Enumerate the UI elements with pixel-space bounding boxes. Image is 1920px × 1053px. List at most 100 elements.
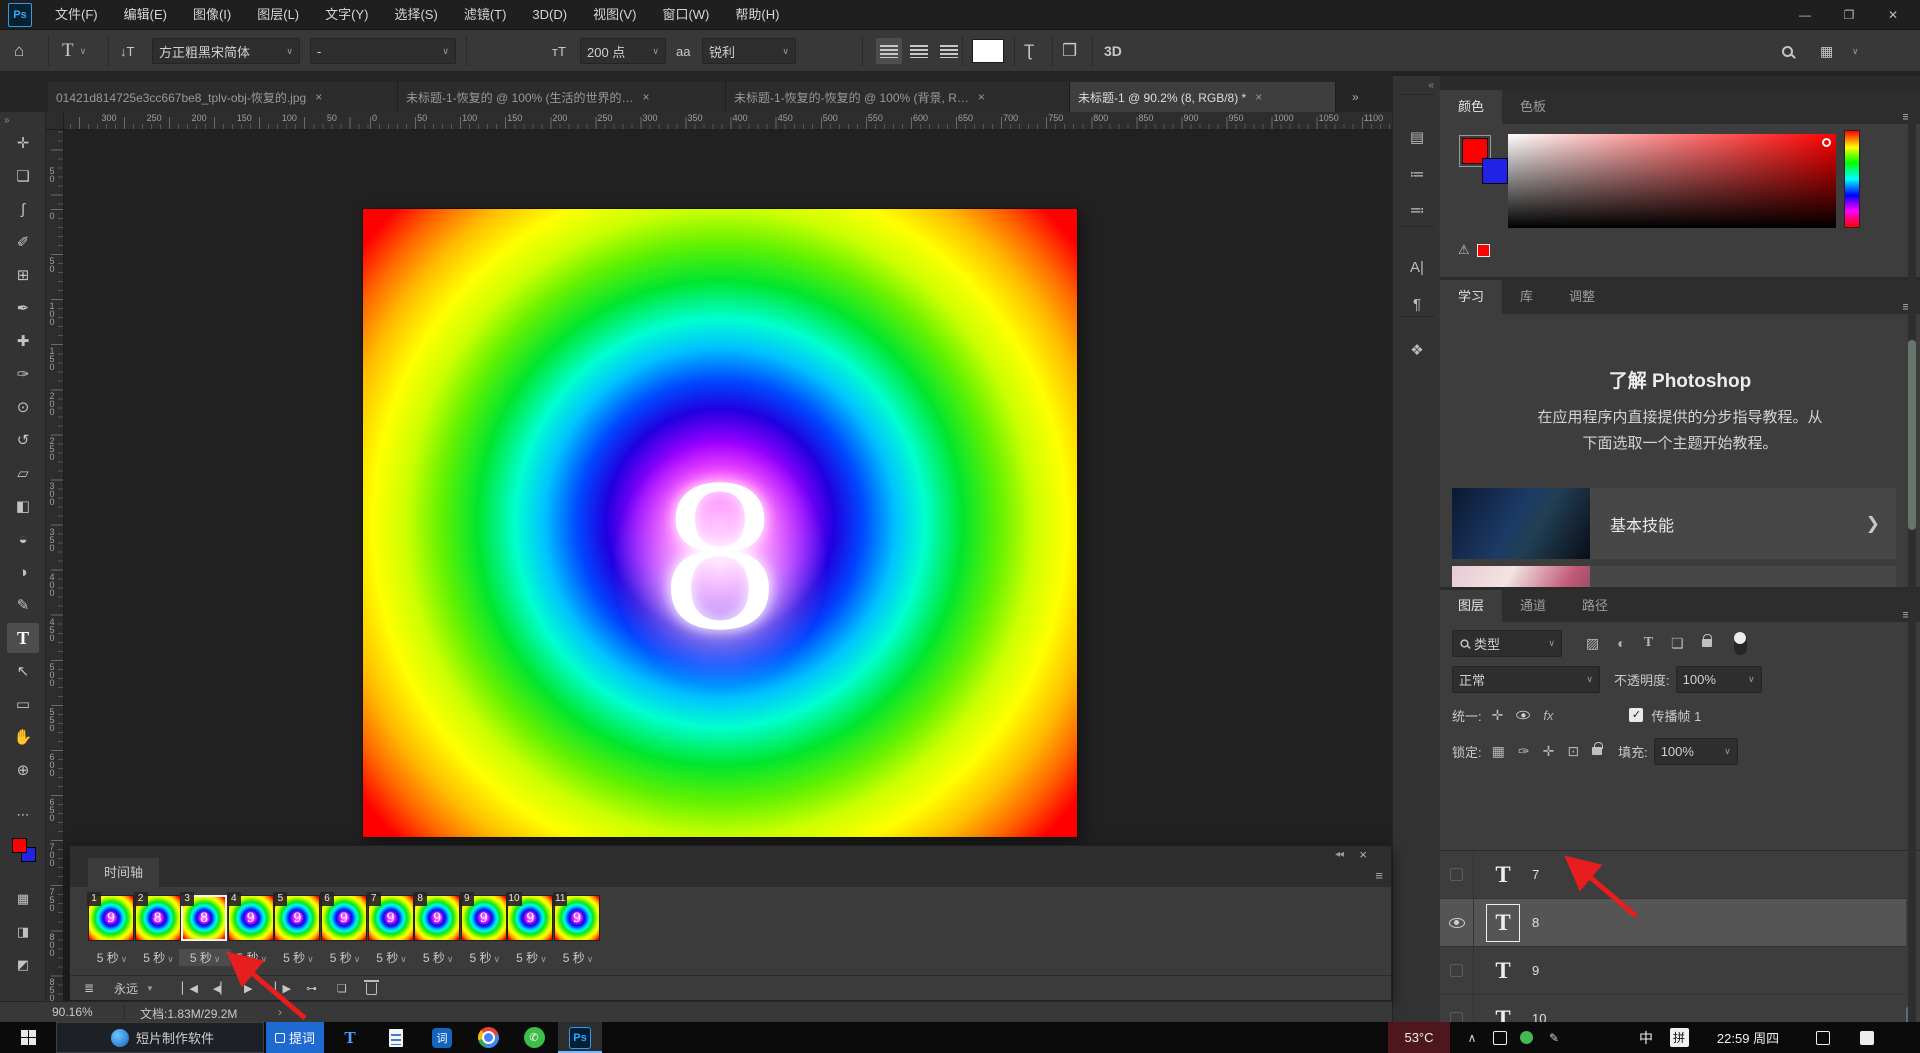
brush-settings-panel-icon[interactable]: ≔: [1401, 159, 1433, 189]
delete-frame-icon[interactable]: [366, 983, 377, 995]
menu-item-9[interactable]: 窗口(W): [649, 0, 722, 30]
timeline-menu-icon[interactable]: ≡: [1375, 868, 1383, 883]
workspace-icon[interactable]: ▦: [1820, 43, 1833, 60]
layer-thumbnail[interactable]: T: [1486, 952, 1520, 990]
taskbar-search[interactable]: 短片制作软件: [56, 1022, 264, 1053]
tray-green-icon[interactable]: [1516, 1022, 1536, 1053]
layer-filter-select[interactable]: 类型∨: [1452, 630, 1562, 657]
align-right-button[interactable]: [936, 38, 962, 64]
lock-pixels-icon[interactable]: ✑: [1518, 743, 1530, 760]
status-chevron-icon[interactable]: ›: [278, 1005, 282, 1019]
propagate-checkbox[interactable]: ✓: [1629, 708, 1643, 722]
hue-slider[interactable]: [1844, 130, 1860, 228]
lock-artboard-icon[interactable]: ⊡: [1567, 743, 1579, 760]
filter-smartobject-icon[interactable]: [1702, 639, 1712, 647]
menu-item-8[interactable]: 视图(V): [580, 0, 649, 30]
artboard[interactable]: 8: [363, 209, 1077, 837]
tab-close-icon[interactable]: ×: [978, 90, 985, 104]
swatches-panel-icon[interactable]: ▤: [1401, 122, 1433, 152]
tab-overflow-icon[interactable]: »: [1352, 90, 1357, 104]
unify-effects-icon[interactable]: fx: [1543, 708, 1553, 723]
gradient-tool[interactable]: ◧: [7, 491, 39, 521]
zoom-tool[interactable]: ⊕: [7, 755, 39, 785]
blend-mode-select[interactable]: 正常∨: [1452, 666, 1600, 693]
3d-button[interactable]: 3D: [1104, 43, 1122, 59]
workspace-chevron-icon[interactable]: ∨: [1852, 46, 1859, 57]
pen-tool[interactable]: ✎: [7, 590, 39, 620]
menu-item-3[interactable]: 图层(L): [244, 0, 312, 30]
font-style-select[interactable]: -∨: [310, 38, 456, 64]
font-family-select[interactable]: 方正粗黑宋简体∨: [152, 38, 300, 64]
anti-alias-select[interactable]: 锐利∨: [702, 38, 796, 64]
hand-tool[interactable]: ✋: [7, 722, 39, 752]
duplicate-frame-button[interactable]: ❏: [337, 976, 346, 1000]
filter-image-icon[interactable]: ▨: [1586, 635, 1599, 652]
filter-adjustment-icon[interactable]: ◐: [1617, 635, 1625, 651]
menu-item-2[interactable]: 图像(I): [180, 0, 244, 30]
layer-row-9[interactable]: T9: [1440, 947, 1906, 995]
character-paragraph-panels-icon[interactable]: ❒: [1062, 41, 1077, 61]
foreground-background-swatch[interactable]: [12, 838, 38, 864]
weather-widget[interactable]: 53°C: [1388, 1022, 1450, 1053]
font-size-select[interactable]: 200 点∨: [580, 38, 666, 64]
taskbar-app-chrome[interactable]: [466, 1022, 510, 1053]
tray-app-icon[interactable]: [1490, 1022, 1510, 1053]
frame-duration-select[interactable]: 5 秒∨: [272, 949, 324, 966]
frame-duration-select[interactable]: 5 秒∨: [226, 949, 278, 966]
previous-frame-button[interactable]: ◀▏: [213, 976, 228, 1000]
filter-shape-icon[interactable]: ❏: [1671, 635, 1684, 652]
tray-pen-icon[interactable]: ✎: [1544, 1022, 1564, 1053]
tab-adjustments[interactable]: 调整: [1551, 280, 1613, 314]
tab-swatches[interactable]: 色板: [1502, 90, 1564, 124]
tab-paths[interactable]: 路径: [1564, 590, 1626, 622]
align-center-button[interactable]: [906, 38, 932, 64]
selection-mode-icon[interactable]: ▦: [7, 884, 39, 914]
document-tab-2[interactable]: 未标题-1-恢复的-恢复的 @ 100% (背景, R…×: [726, 82, 1070, 112]
glyphs-panel-icon[interactable]: ❖: [1401, 335, 1433, 365]
next-frame-button[interactable]: ▏▶: [275, 976, 290, 1000]
path-selection-tool[interactable]: ↖: [7, 656, 39, 686]
crop-tool[interactable]: ⊞: [7, 260, 39, 290]
menu-item-6[interactable]: 滤镜(T): [451, 0, 520, 30]
frame-duration-select[interactable]: 5 秒∨: [412, 949, 464, 966]
tab-close-icon[interactable]: ×: [1255, 90, 1262, 104]
lasso-tool[interactable]: ʃ: [7, 194, 39, 224]
tab-close-icon[interactable]: ×: [643, 90, 650, 104]
warp-text-icon[interactable]: Ʈ: [1024, 41, 1034, 61]
restore-button[interactable]: ❐: [1840, 8, 1858, 22]
opacity-select[interactable]: 100%∨: [1676, 666, 1762, 693]
clone-stamp-tool[interactable]: ⊙: [7, 392, 39, 422]
character-panel-icon[interactable]: A|: [1401, 252, 1433, 282]
unify-visibility-icon[interactable]: [1517, 711, 1531, 720]
quick-selection-tool[interactable]: ✐: [7, 227, 39, 257]
play-button[interactable]: ▶: [244, 976, 251, 1000]
dodge-tool[interactable]: ◑: [7, 557, 39, 587]
history-brush-tool[interactable]: ↺: [7, 425, 39, 455]
type-tool[interactable]: T: [7, 623, 39, 653]
notification-icon[interactable]: [1856, 1022, 1878, 1053]
tab-libraries[interactable]: 库: [1502, 280, 1551, 314]
fill-select[interactable]: 100%∨: [1654, 738, 1738, 765]
paragraph-panel-icon[interactable]: ¶: [1401, 289, 1433, 319]
tab-close-icon[interactable]: ×: [315, 90, 322, 104]
frame-duration-select[interactable]: 5 秒∨: [179, 949, 231, 966]
vertical-ruler[interactable]: 5005010015020025030035040045050055060065…: [46, 130, 64, 1001]
unify-position-icon[interactable]: ✛: [1492, 707, 1504, 724]
blur-tool[interactable]: ◒: [7, 524, 39, 554]
move-tool[interactable]: ✛: [7, 128, 39, 158]
panel-scrollbar[interactable]: [1908, 90, 1916, 1022]
tab-channels[interactable]: 通道: [1502, 590, 1564, 622]
document-tab-3[interactable]: 未标题-1 @ 90.2% (8, RGB/8) *×: [1070, 82, 1336, 112]
type-tool-icon[interactable]: T: [62, 40, 74, 62]
horizontal-ruler[interactable]: 3002502001501005005010015020025030035040…: [64, 112, 1392, 130]
taskbar-app-notepad[interactable]: [374, 1022, 418, 1053]
frame-duration-select[interactable]: 5 秒∨: [552, 949, 604, 966]
marquee-tool[interactable]: ❏: [7, 161, 39, 191]
menu-item-0[interactable]: 文件(F): [42, 0, 111, 30]
home-icon[interactable]: ⌂: [14, 41, 24, 61]
frame-duration-select[interactable]: 5 秒∨: [86, 949, 138, 966]
quick-mask-icon[interactable]: ◨: [7, 917, 39, 947]
minimize-button[interactable]: —: [1796, 8, 1814, 22]
filter-type-icon[interactable]: T: [1644, 635, 1653, 651]
lock-position-icon[interactable]: ✛: [1543, 743, 1555, 760]
